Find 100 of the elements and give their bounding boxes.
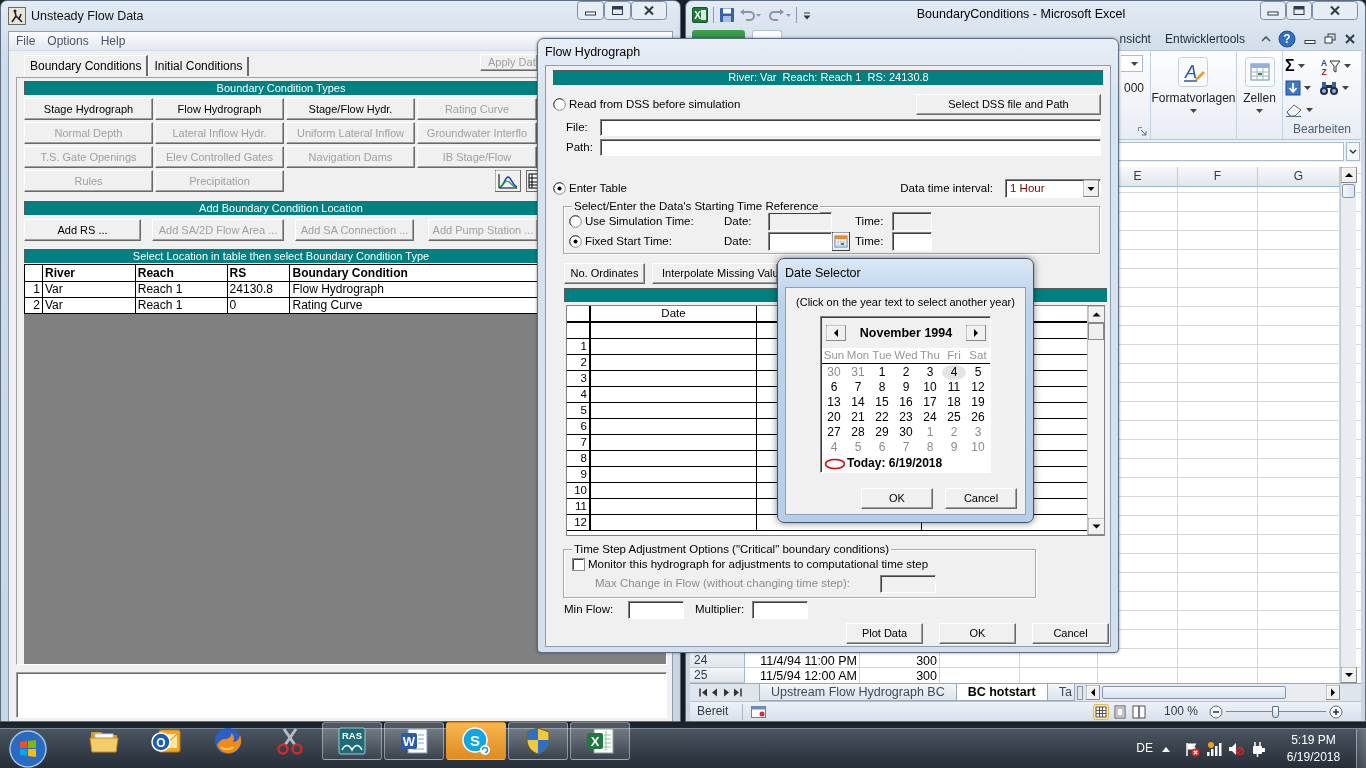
caret-icon[interactable]	[1306, 108, 1313, 112]
chevron-up-icon[interactable]	[1260, 34, 1272, 44]
number-format-dropdown[interactable]	[1121, 55, 1143, 72]
calendar-day[interactable]: 3	[918, 365, 942, 381]
plug-icon[interactable]	[1250, 740, 1266, 757]
condition-type-button[interactable]: Stage/Flow Hydr.	[286, 98, 415, 120]
calendar-day[interactable]: 20	[822, 410, 846, 426]
right-arrow-icon[interactable]	[1326, 685, 1340, 700]
calendar-day[interactable]: 18	[942, 395, 966, 411]
checkbox[interactable]	[572, 558, 585, 571]
menu-item[interactable]: File	[10, 33, 42, 49]
tab[interactable]: Initial Conditions	[148, 57, 250, 76]
vertical-scrollbar[interactable]	[1087, 306, 1104, 535]
calendar-day[interactable]: 2	[894, 365, 918, 381]
calendar-day[interactable]: 6	[870, 440, 894, 456]
today-link[interactable]: Today: 6/19/2018	[847, 456, 943, 471]
column-header[interactable]: F	[1178, 167, 1258, 187]
calendar-day[interactable]: 15	[870, 395, 894, 411]
zoom-level[interactable]: 100 %	[1163, 704, 1198, 719]
calendar-day[interactable]: 29	[870, 425, 894, 441]
condition-type-button[interactable]: Stage Hydrograph	[24, 98, 153, 120]
show-desktop-button[interactable]	[1356, 728, 1366, 768]
skip-left-icon[interactable]	[698, 687, 709, 698]
column-header[interactable]: G	[1258, 167, 1340, 187]
down-arrow-icon[interactable]	[1088, 518, 1105, 535]
save-icon[interactable]	[719, 6, 735, 23]
caret-icon[interactable]	[1342, 86, 1349, 90]
calendar-day[interactable]: 28	[846, 425, 870, 441]
caret-icon[interactable]	[1297, 64, 1305, 68]
spreadsheet-icon[interactable]: X	[692, 6, 708, 23]
sheet-tab[interactable]: Upstream Flow Hydrograph BC	[759, 684, 957, 701]
calendar-day[interactable]: 5	[966, 365, 990, 381]
menu-item[interactable]: Help	[94, 33, 132, 49]
sheet-tab[interactable]: BC hotstart	[955, 684, 1048, 701]
vertical-scrollbar[interactable]	[1340, 167, 1356, 683]
scroll-thumb[interactable]	[1088, 323, 1104, 340]
scroll-thumb[interactable]	[1101, 686, 1286, 699]
calendar-day[interactable]: 9	[894, 380, 918, 396]
scroll-thumb[interactable]	[1342, 184, 1355, 198]
zoom-out-icon[interactable]	[1209, 704, 1223, 719]
calendar-day[interactable]: 4	[942, 365, 966, 381]
caret-icon[interactable]	[1344, 64, 1351, 68]
flag-icon[interactable]	[1184, 740, 1200, 757]
calendar-day[interactable]: 4	[822, 440, 846, 456]
select-dss-button[interactable]: Select DSS file and Path	[916, 94, 1101, 115]
sheet-icon[interactable]	[751, 705, 767, 718]
calendar-day[interactable]: 10	[966, 440, 990, 456]
calendar-day[interactable]: 14	[846, 395, 870, 411]
calendar-day[interactable]: 7	[846, 380, 870, 396]
calendar-day[interactable]: 17	[918, 395, 942, 411]
chevron-down-icon[interactable]	[1346, 141, 1360, 161]
calendar-day[interactable]: 11	[942, 380, 966, 396]
date-field[interactable]	[768, 212, 832, 231]
dialog-button[interactable]: Plot Data	[846, 623, 923, 644]
min-flow-field[interactable]	[628, 601, 684, 619]
right-arrow-icon[interactable]	[966, 325, 986, 342]
taskbar-button[interactable]: RAS	[322, 721, 382, 760]
radio-button[interactable]	[569, 235, 582, 248]
calendar-day[interactable]: 12	[966, 380, 990, 396]
taskbar-button[interactable]: X	[570, 721, 630, 760]
help-icon[interactable]: ?	[1278, 30, 1296, 48]
calendar-day[interactable]: 22	[870, 410, 894, 426]
calendar-icon[interactable]	[832, 232, 850, 251]
taskbar-button[interactable]	[508, 721, 568, 760]
signal-bars-icon[interactable]	[1206, 740, 1222, 757]
time-field[interactable]	[892, 212, 932, 231]
calendar-day[interactable]: 8	[870, 380, 894, 396]
right-triangle-icon[interactable]	[721, 687, 731, 698]
file-field[interactable]	[600, 119, 1101, 136]
calendar-day[interactable]: 3	[966, 425, 990, 441]
caret-icon[interactable]	[1304, 86, 1311, 90]
slider-thumb[interactable]	[1272, 705, 1279, 718]
sheet-tab[interactable]: Ta	[1046, 684, 1075, 701]
multiplier-field[interactable]	[752, 601, 808, 619]
start-orb-icon[interactable]	[8, 728, 48, 768]
split-page-icon[interactable]	[1130, 703, 1147, 720]
launcher-icon[interactable]	[1138, 127, 1147, 136]
language-indicator[interactable]: DE	[1136, 741, 1153, 756]
line-chart-icon[interactable]	[495, 170, 521, 192]
restore-icon[interactable]	[1322, 32, 1338, 46]
caret-icon[interactable]	[1256, 109, 1263, 114]
clock-date[interactable]: 6/19/2018	[1282, 748, 1345, 765]
skip-right-icon[interactable]	[732, 687, 743, 698]
calendar-day[interactable]: 13	[822, 395, 846, 411]
interval-dropdown[interactable]: 1 Hour	[1005, 179, 1101, 198]
dialog-button[interactable]: Cancel	[945, 488, 1017, 510]
dialog-button[interactable]: OK	[939, 623, 1016, 644]
calendar-day[interactable]: 24	[918, 410, 942, 426]
calendar-day[interactable]: 1	[870, 365, 894, 381]
close-icon[interactable]	[1342, 32, 1358, 46]
table-tool-button[interactable]: No. Ordinates	[564, 263, 645, 284]
radio-button[interactable]	[553, 98, 566, 111]
zoom-in-icon[interactable]	[1329, 704, 1343, 719]
calendar-day[interactable]: 27	[822, 425, 846, 441]
close-icon[interactable]	[1312, 1, 1358, 20]
calendar-day[interactable]: 1	[918, 425, 942, 441]
sum-button[interactable]: Σ	[1285, 58, 1319, 74]
dialog-button[interactable]: Cancel	[1032, 623, 1109, 644]
down-arrow-icon[interactable]	[1341, 667, 1357, 683]
left-arrow-icon[interactable]	[826, 325, 846, 342]
